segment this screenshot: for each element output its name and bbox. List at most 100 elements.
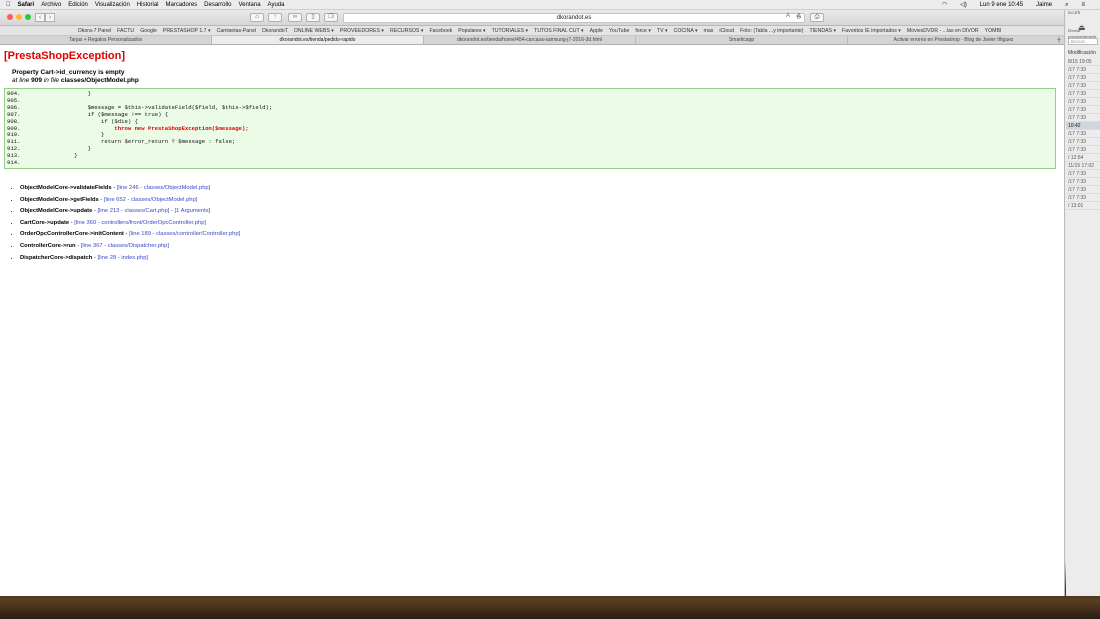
bookmark-item[interactable]: RECURSOS ▾ (390, 26, 423, 35)
stack-trace-location-link[interactable]: [line 246 - classes/ObjectModel.php] (117, 185, 210, 191)
volume-icon[interactable]: ◁) (960, 0, 967, 10)
file-row-date[interactable]: / 12:54 (1066, 154, 1100, 162)
bookmark-item[interactable]: Foto: (Tabla ...y importante) (740, 26, 803, 35)
stack-trace-function: DispatcherCore->dispatch (20, 254, 93, 261)
file-row-date[interactable]: /17 7:33 (1066, 114, 1100, 122)
file-row-date[interactable]: /17 7:33 (1066, 170, 1100, 178)
bookmark-item[interactable]: force ▾ (635, 26, 651, 35)
bookmark-item[interactable]: PROVEEDORES ▾ (340, 26, 384, 35)
bookmark-item[interactable]: DkorandoT (262, 26, 288, 35)
menu-item-visualización[interactable]: Visualización (95, 0, 130, 10)
clock[interactable]: Lun 9 ene 10:45 (980, 0, 1023, 10)
browser-tab[interactable]: Smarticapp (636, 36, 848, 44)
file-row-date[interactable]: /17 7:33 (1066, 138, 1100, 146)
file-row-date[interactable]: /17 7:33 (1066, 98, 1100, 106)
file-row-date[interactable]: 10:42 (1066, 122, 1100, 130)
bookmark-item[interactable]: Favoritos IE importados ▾ (842, 26, 901, 35)
wifi-icon[interactable]: ◠ (942, 0, 947, 10)
apple-icon[interactable]:  (6, 0, 11, 10)
menu-item-ventana[interactable]: Ventana (239, 0, 261, 10)
back-button[interactable]: ‹ (35, 13, 45, 22)
share-button[interactable]: ↑ (268, 13, 282, 22)
bookmark-item[interactable]: FACTU (117, 26, 134, 35)
new-tab-button[interactable]: + (1057, 36, 1061, 45)
bookmark-item[interactable]: Facebook (429, 26, 452, 35)
minimize-window-button[interactable] (16, 14, 22, 20)
bookmark-item[interactable]: iCloud (719, 26, 734, 35)
bookmark-item[interactable]: Camisetas-Panel (217, 26, 257, 35)
file-row-date[interactable]: /17 7:33 (1066, 82, 1100, 90)
bookmark-item[interactable]: TUTORIALES ▾ (492, 26, 529, 35)
column-header-modified[interactable]: Modificación (1066, 49, 1100, 58)
bookmark-item[interactable]: MoviesDVDR - ...las en DIVOR (907, 26, 979, 35)
browser-tab[interactable]: dkorandot.es/tienda/pedido-rapido (212, 36, 424, 44)
file-row-date[interactable]: / 13:01 (1066, 202, 1100, 210)
menu-item-archivo[interactable]: Archivo (41, 0, 61, 10)
zoom-window-button[interactable] (25, 14, 31, 20)
browser-tab[interactable]: Tarjas + Regalos Personalizados (0, 36, 212, 44)
bookmark-item[interactable]: Apple (590, 26, 603, 35)
bookmark-item[interactable]: Populares ▾ (458, 26, 485, 35)
file-row-date[interactable]: 11/15 17:02 (1066, 162, 1100, 170)
file-row-date[interactable]: /17 7:33 (1066, 178, 1100, 186)
file-row-date[interactable]: /17 7:33 (1066, 130, 1100, 138)
text-larger-button[interactable]: A (795, 13, 803, 22)
exception-line: 909 (31, 76, 43, 84)
forward-button[interactable]: › (45, 13, 55, 22)
text-smaller-button[interactable]: A (784, 13, 792, 22)
stack-trace-location-link[interactable]: [line 28 - index.php] (97, 255, 148, 261)
bookmark-item[interactable]: PRESTASHOP 1.7 ▾ (163, 26, 211, 35)
bookmark-item[interactable]: Dkora-7 Panel (78, 26, 111, 35)
file-row-date[interactable]: /17 7:33 (1066, 106, 1100, 114)
eject-icon[interactable]: ⏏ (1078, 24, 1088, 32)
menu-item-edición[interactable]: Edición (68, 0, 88, 10)
stack-trace-location-link[interactable]: [line 367 - classes/Dispatcher.php] (81, 243, 169, 249)
stack-trace-location-link[interactable]: [line 360 - controllers/front/OrderOpcCo… (74, 220, 206, 226)
reading-list-button[interactable]: ∞ (288, 13, 302, 22)
file-row-date[interactable]: /17 7:33 (1066, 90, 1100, 98)
file-row-date[interactable]: 8/15 19:05 (1066, 58, 1100, 66)
file-row-date[interactable]: /17 7:33 (1066, 186, 1100, 194)
bookmark-item[interactable]: mas (704, 26, 714, 35)
bookmark-item[interactable]: ONLINE WEBS ▾ (294, 26, 334, 35)
sidebar-top-label: ico.trh (1068, 10, 1081, 15)
bookmark-item[interactable]: TUTOS FINAL CUT ▾ (534, 26, 584, 35)
tabs-overview-button[interactable]: ❐ (324, 13, 338, 22)
browser-tab[interactable]: dkorandot.es/tienda/home/454-carcasa-sam… (424, 36, 636, 44)
home-button[interactable]: ⌂ (250, 13, 264, 22)
stack-trace-location-link[interactable]: [line 213 - classes/Cart.php] - [1 Argum… (97, 208, 210, 214)
file-row-date[interactable]: /17 7:33 (1066, 146, 1100, 154)
notification-center-icon[interactable]: ≡ (1081, 0, 1085, 10)
file-row-date[interactable]: /17 7:33 (1066, 194, 1100, 202)
bookmark-item[interactable]: YouTube (609, 26, 629, 35)
menu-item-safari[interactable]: Safari (18, 0, 35, 10)
exception-location: at line 909 in file classes/ObjectModel.… (12, 77, 1060, 85)
bookmark-item[interactable]: TIENDAS ▾ (810, 26, 837, 35)
user-name[interactable]: Jaime (1036, 0, 1052, 10)
file-row-date[interactable]: /17 7:33 (1066, 74, 1100, 82)
menu-item-marcadores[interactable]: Marcadores (165, 0, 197, 10)
stack-trace-item: DispatcherCore->dispatch - [line 28 - in… (20, 253, 1060, 265)
code-excerpt: 904. } 905. 906. $message = $this->valida… (4, 88, 1056, 169)
address-bar[interactable]: dkorandot.es ↻ (343, 13, 805, 23)
sidebar-button[interactable]: ▯ (306, 13, 320, 22)
print-button[interactable]: ⎙ (810, 13, 824, 22)
code-line: 914. (7, 159, 1053, 167)
bookmark-item[interactable]: TV ▾ (657, 26, 668, 35)
browser-tab[interactable]: Activar errores en Prestashop - Blog de … (848, 36, 1060, 44)
bookmark-item[interactable]: COCINA ▾ (674, 26, 698, 35)
menu-item-ayuda[interactable]: Ayuda (268, 0, 285, 10)
exception-message: Property Cart->id_currency is empty (12, 69, 125, 76)
stack-trace-location-link[interactable]: [line 189 - classes/controller/Controlle… (129, 231, 240, 237)
spotlight-icon[interactable]: ⌕ (1065, 0, 1068, 10)
code-line-number: 914. (7, 159, 48, 167)
bookmark-item[interactable]: Google (140, 26, 157, 35)
stack-trace-item: ObjectModelCore->getFields - [line 652 -… (20, 195, 1060, 207)
menu-item-historial[interactable]: Historial (137, 0, 159, 10)
file-row-date[interactable]: /17 7:33 (1066, 66, 1100, 74)
menu-item-desarrollo[interactable]: Desarrollo (204, 0, 231, 10)
stack-trace-location-link[interactable]: [line 652 - classes/ObjectModel.php] (104, 197, 197, 203)
code-line: 913. } (7, 152, 1053, 160)
close-window-button[interactable] (7, 14, 13, 20)
bookmark-item[interactable]: YOMBI (985, 26, 1002, 35)
